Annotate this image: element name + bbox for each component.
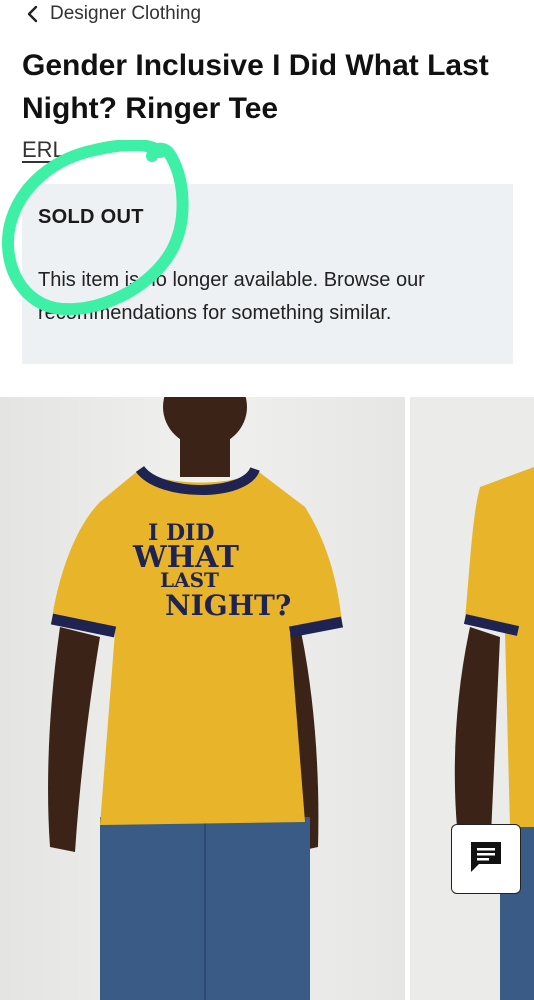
product-title: Gender Inclusive I Did What Last Night? … (22, 49, 489, 125)
chat-icon (469, 840, 503, 879)
breadcrumb[interactable]: Designer Clothing (26, 2, 201, 26)
sold-out-message: This item is no longer available. Browse… (38, 269, 425, 324)
chevron-left-icon (26, 4, 40, 24)
chat-button[interactable] (451, 824, 521, 894)
brand-link[interactable]: ERL (22, 137, 65, 163)
sold-out-notice: SOLD OUT This item is no longer availabl… (22, 184, 513, 364)
shirt-print-line4: NIGHT? (165, 589, 291, 622)
product-image-secondary[interactable] (410, 397, 534, 1000)
breadcrumb-label: Designer Clothing (50, 3, 202, 24)
product-image-main[interactable]: I DID WHAT LAST NIGHT? (0, 397, 405, 1000)
sold-out-heading: SOLD OUT (38, 206, 144, 228)
